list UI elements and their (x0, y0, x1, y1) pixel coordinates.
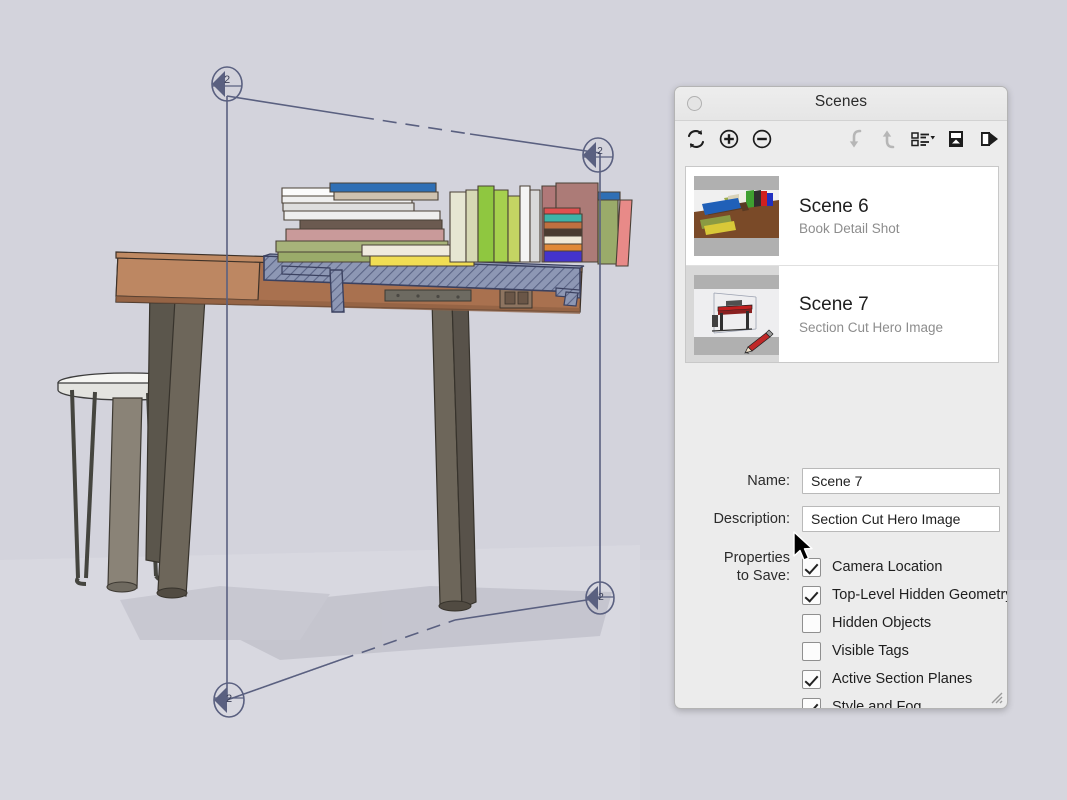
desk-outlet-detail (500, 288, 532, 308)
move-scene-up-button[interactable] (875, 124, 905, 154)
svg-text:2: 2 (598, 592, 604, 603)
svg-text:2: 2 (224, 74, 230, 86)
name-label: Name: (685, 473, 790, 489)
books-stack-thumbnail (694, 176, 779, 256)
property-label: Camera Location (832, 559, 942, 575)
checkbox-visible-tags[interactable] (802, 642, 821, 661)
list-view-dropdown-icon (910, 128, 936, 150)
arrow-right-panel-icon (978, 128, 1000, 150)
description-label: Description: (685, 511, 790, 527)
checkbox-camera-location[interactable] (802, 558, 821, 577)
scene-list-item-1[interactable]: Scene 7 Section Cut Hero Image (686, 265, 998, 363)
show-details-button[interactable] (974, 124, 1004, 154)
scenes-panel: Scenes (674, 86, 1008, 709)
resize-grip-icon[interactable] (990, 691, 1003, 704)
property-item-active-section-planes[interactable]: Active Section Planes (802, 665, 1002, 693)
scene-list-item-0[interactable]: Scene 6 Book Detail Shot (686, 167, 998, 265)
property-item-hidden-objects[interactable]: Hidden Objects (802, 609, 1002, 637)
description-input[interactable] (802, 506, 1000, 532)
scene-description: Book Detail Shot (799, 221, 998, 236)
name-row: Name: (685, 468, 999, 494)
description-row: Description: (685, 506, 999, 532)
view-options-button[interactable] (908, 124, 938, 154)
arrow-down-curve-icon (846, 128, 868, 150)
update-scene-button[interactable] (681, 124, 711, 154)
desk-drawer-detail (385, 290, 471, 301)
property-label: Active Section Planes (832, 671, 972, 687)
name-input[interactable] (802, 468, 1000, 494)
svg-text:2: 2 (597, 146, 603, 157)
checkbox-hidden-objects[interactable] (802, 614, 821, 633)
panel-titlebar[interactable]: Scenes (675, 87, 1007, 121)
remove-scene-button[interactable] (747, 124, 777, 154)
properties-label-line2: to Save: (685, 567, 790, 585)
plus-circle-icon (718, 128, 740, 150)
scene-name: Scene 6 (799, 196, 998, 218)
property-label: Hidden Objects (832, 615, 931, 631)
scene-manager-button[interactable] (941, 124, 971, 154)
property-item-top-level-hidden-geometry[interactable]: Top-Level Hidden Geometry (802, 581, 1002, 609)
scene-description: Section Cut Hero Image (799, 320, 998, 335)
panel-update-icon (945, 128, 967, 150)
add-scene-button[interactable] (714, 124, 744, 154)
panel-title: Scenes (675, 93, 1007, 111)
panel-toolbar (675, 121, 1007, 157)
property-item-style-and-fog[interactable]: Style and Fog (802, 693, 1002, 709)
svg-text:2: 2 (226, 693, 232, 705)
property-item-visible-tags[interactable]: Visible Tags (802, 637, 1002, 665)
properties-label-line1: Properties (685, 549, 790, 567)
books-group (276, 183, 632, 266)
scene-list[interactable]: Scene 6 Book Detail Shot (685, 166, 999, 363)
property-label: Style and Fog (832, 699, 921, 709)
scene-meta: Scene 7 Section Cut Hero Image (779, 266, 998, 363)
minus-circle-icon (751, 128, 773, 150)
scene-meta: Scene 6 Book Detail Shot (799, 196, 998, 237)
desk-section-cut-thumbnail (694, 275, 779, 355)
scene-name: Scene 7 (799, 294, 998, 316)
property-label: Top-Level Hidden Geometry (832, 587, 1008, 603)
checkbox-top-level-hidden-geometry[interactable] (802, 586, 821, 605)
checkbox-style-and-fog[interactable] (802, 698, 821, 710)
property-label: Visible Tags (832, 643, 909, 659)
property-item-camera-location[interactable]: Camera Location (802, 553, 1002, 581)
arrow-up-curve-icon (879, 128, 901, 150)
checkbox-active-section-planes[interactable] (802, 670, 821, 689)
properties-to-save-label: Properties to Save: (685, 549, 790, 585)
move-scene-down-button[interactable] (842, 124, 872, 154)
refresh-icon (685, 128, 707, 150)
properties-to-save-list: Camera Location Top-Level Hidden Geometr… (802, 553, 1002, 709)
